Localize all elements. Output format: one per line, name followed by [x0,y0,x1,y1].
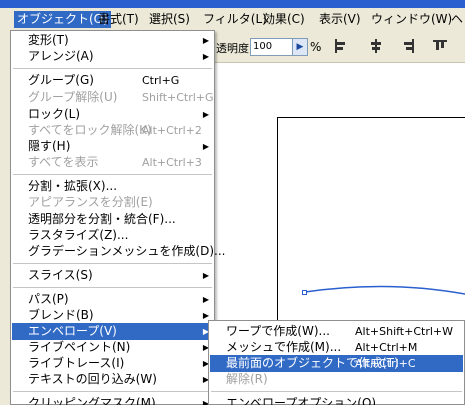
menu-item-unlock-all: すべてをロック解除(K) Alt+Ctrl+2 [12,122,213,139]
submenu-item-make-with-mesh[interactable]: メッシュで作成(M)... Alt+Ctrl+M [210,339,463,356]
menu-separator [13,391,212,392]
menu-item-shortcut: Shift+Ctrl+G [142,91,214,104]
menu-item-show-all: すべてを表示 Alt+Ctrl+3 [12,154,213,171]
submenu-item-release: 解除(R) [210,371,463,388]
menu-item-label: ロック(L) [28,107,81,121]
menu-item-label: ライブペイント(N) [28,340,131,354]
menu-item-hide[interactable]: 隠す(H) ▶ [12,138,213,155]
menu-item-transform[interactable]: 変形(T) ▶ [12,32,213,49]
menu-item-path[interactable]: パス(P) ▶ [12,291,213,308]
menu-item-label: エンベロープ(V) [28,324,117,338]
menu-item-label: ライブトレース(I) [28,356,125,370]
menu-separator [13,174,212,175]
selection-handle[interactable] [302,290,307,295]
menu-item-slice[interactable]: スライス(S) ▶ [12,267,213,284]
menu-item-shortcut: Alt+Ctrl+3 [142,156,202,169]
menu-item-label: すべてをロック解除(K) [28,123,152,137]
menu-item-label: すべてを表示 [28,155,99,169]
menu-effect[interactable]: 効果(C) [260,11,308,28]
submenu-item-shortcut: Alt+Shift+Ctrl+W [355,325,453,338]
submenu-arrow-icon: ▶ [202,52,209,61]
menu-item-label: アピアランスを分割(E) [28,195,153,209]
object-menu: 変形(T) ▶ アレンジ(A) ▶ グループ(G) Ctrl+G グループ解除(U) S… [10,30,225,405]
submenu-item-label: 解除(R) [226,372,268,386]
menu-item-label: パス(P) [28,292,69,306]
menu-view[interactable]: 表示(V) [316,11,364,28]
align-right-icon[interactable] [401,39,415,53]
envelope-submenu: ワープで作成(W)... Alt+Shift+Ctrl+W メッシュで作成(M).… [208,320,465,405]
align-center-icon[interactable] [369,39,383,53]
menu-item-label: アレンジ(A) [28,49,94,63]
menu-separator [13,287,212,288]
menu-item-clipping-mask[interactable]: クリッピングマスク(M) ▶ [12,395,213,405]
menu-item-blend[interactable]: ブレンド(B) ▶ [12,307,213,324]
menu-item-label: ラスタライズ(Z)... [28,228,129,242]
menu-item-label: 隠す(H) [28,139,71,153]
submenu-item-label: メッシュで作成(M)... [226,340,342,354]
submenu-separator [211,391,462,392]
submenu-item-envelope-options[interactable]: エンベロープオプション(O)... [210,395,463,405]
opacity-label: 透明度: [216,42,253,55]
submenu-item-shortcut: Alt+Ctrl+M [355,341,418,354]
menu-item-label: 透明部分を分割・統合(F)... [28,212,176,226]
submenu-item-label: エンベロープオプション(O)... [226,396,388,405]
submenu-arrow-icon: ▶ [202,295,209,304]
menu-item-ungroup: グループ解除(U) Shift+Ctrl+G [12,89,214,106]
menu-item-label: 分割・拡張(X)... [28,179,118,193]
menu-item-label: ブレンド(B) [28,308,94,322]
submenu-arrow-icon: ▶ [202,36,209,45]
opacity-dropdown-icon[interactable]: ▶ [292,38,308,56]
menu-item-envelope[interactable]: エンベロープ(V) ▶ [12,323,213,340]
menu-item-shortcut: Ctrl+G [142,74,180,87]
menu-item-label: クリッピングマスク(M) [28,396,156,405]
menu-item-group[interactable]: グループ(G) Ctrl+G [12,72,213,89]
align-left-icon[interactable] [334,39,348,53]
window-titlebar [0,0,465,8]
submenu-arrow-icon: ▶ [202,142,209,151]
menu-item-label: グラデーションメッシュを作成(D)... [28,244,226,258]
menu-item-flatten-transparency[interactable]: 透明部分を分割・統合(F)... [12,211,213,228]
menu-window[interactable]: ウィンドウ(W) [368,11,455,28]
submenu-item-label: ワープで作成(W)... [226,324,330,338]
menu-item-arrange[interactable]: アレンジ(A) ▶ [12,48,213,65]
submenu-arrow-icon: ▶ [202,271,209,280]
menu-item-lock[interactable]: ロック(L) ▶ [12,106,213,123]
opacity-input[interactable]: 100 [250,38,294,56]
menu-item-expand[interactable]: 分割・拡張(X)... [12,178,213,195]
menu-item-expand-appearance: アピアランスを分割(E) [12,194,213,211]
submenu-item-make-with-top-object[interactable]: 最前面のオブジェクトで作成(T) Alt+Ctrl+C [210,355,463,372]
menu-bar: オブジェクト(O) 書式(T) 選択(S) フィルタ(L) 効果(C) 表示(V… [0,8,465,30]
menu-item-live-trace[interactable]: ライブトレース(I) ▶ [12,355,213,372]
menu-item-text-wrap[interactable]: テキストの回り込み(W) ▶ [12,371,213,388]
menu-item-rasterize[interactable]: ラスタライズ(Z)... [12,227,213,244]
menu-item-live-paint[interactable]: ライブペイント(N) ▶ [12,339,213,356]
menu-item-label: 変形(T) [28,33,69,47]
menu-item-label: グループ解除(U) [28,90,118,104]
submenu-arrow-icon: ▶ [202,110,209,119]
menu-item-label: グループ(G) [28,73,94,87]
menu-separator [13,263,212,264]
opacity-percent: % [310,40,322,54]
submenu-item-shortcut: Alt+Ctrl+C [355,357,416,370]
menu-item-gradient-mesh[interactable]: グラデーションメッシュを作成(D)... [12,243,225,260]
menu-item-shortcut: Alt+Ctrl+2 [142,124,202,137]
align-top-icon[interactable] [433,39,447,53]
menu-help[interactable]: ヘ [448,11,465,28]
menu-item-label: テキストの回り込み(W) [28,372,157,386]
menu-type[interactable]: 書式(T) [95,11,142,28]
menu-select[interactable]: 選択(S) [146,11,193,28]
submenu-item-make-with-warp[interactable]: ワープで作成(W)... Alt+Shift+Ctrl+W [210,323,463,340]
menu-item-label: スライス(S) [28,268,93,282]
menu-separator [13,68,212,69]
